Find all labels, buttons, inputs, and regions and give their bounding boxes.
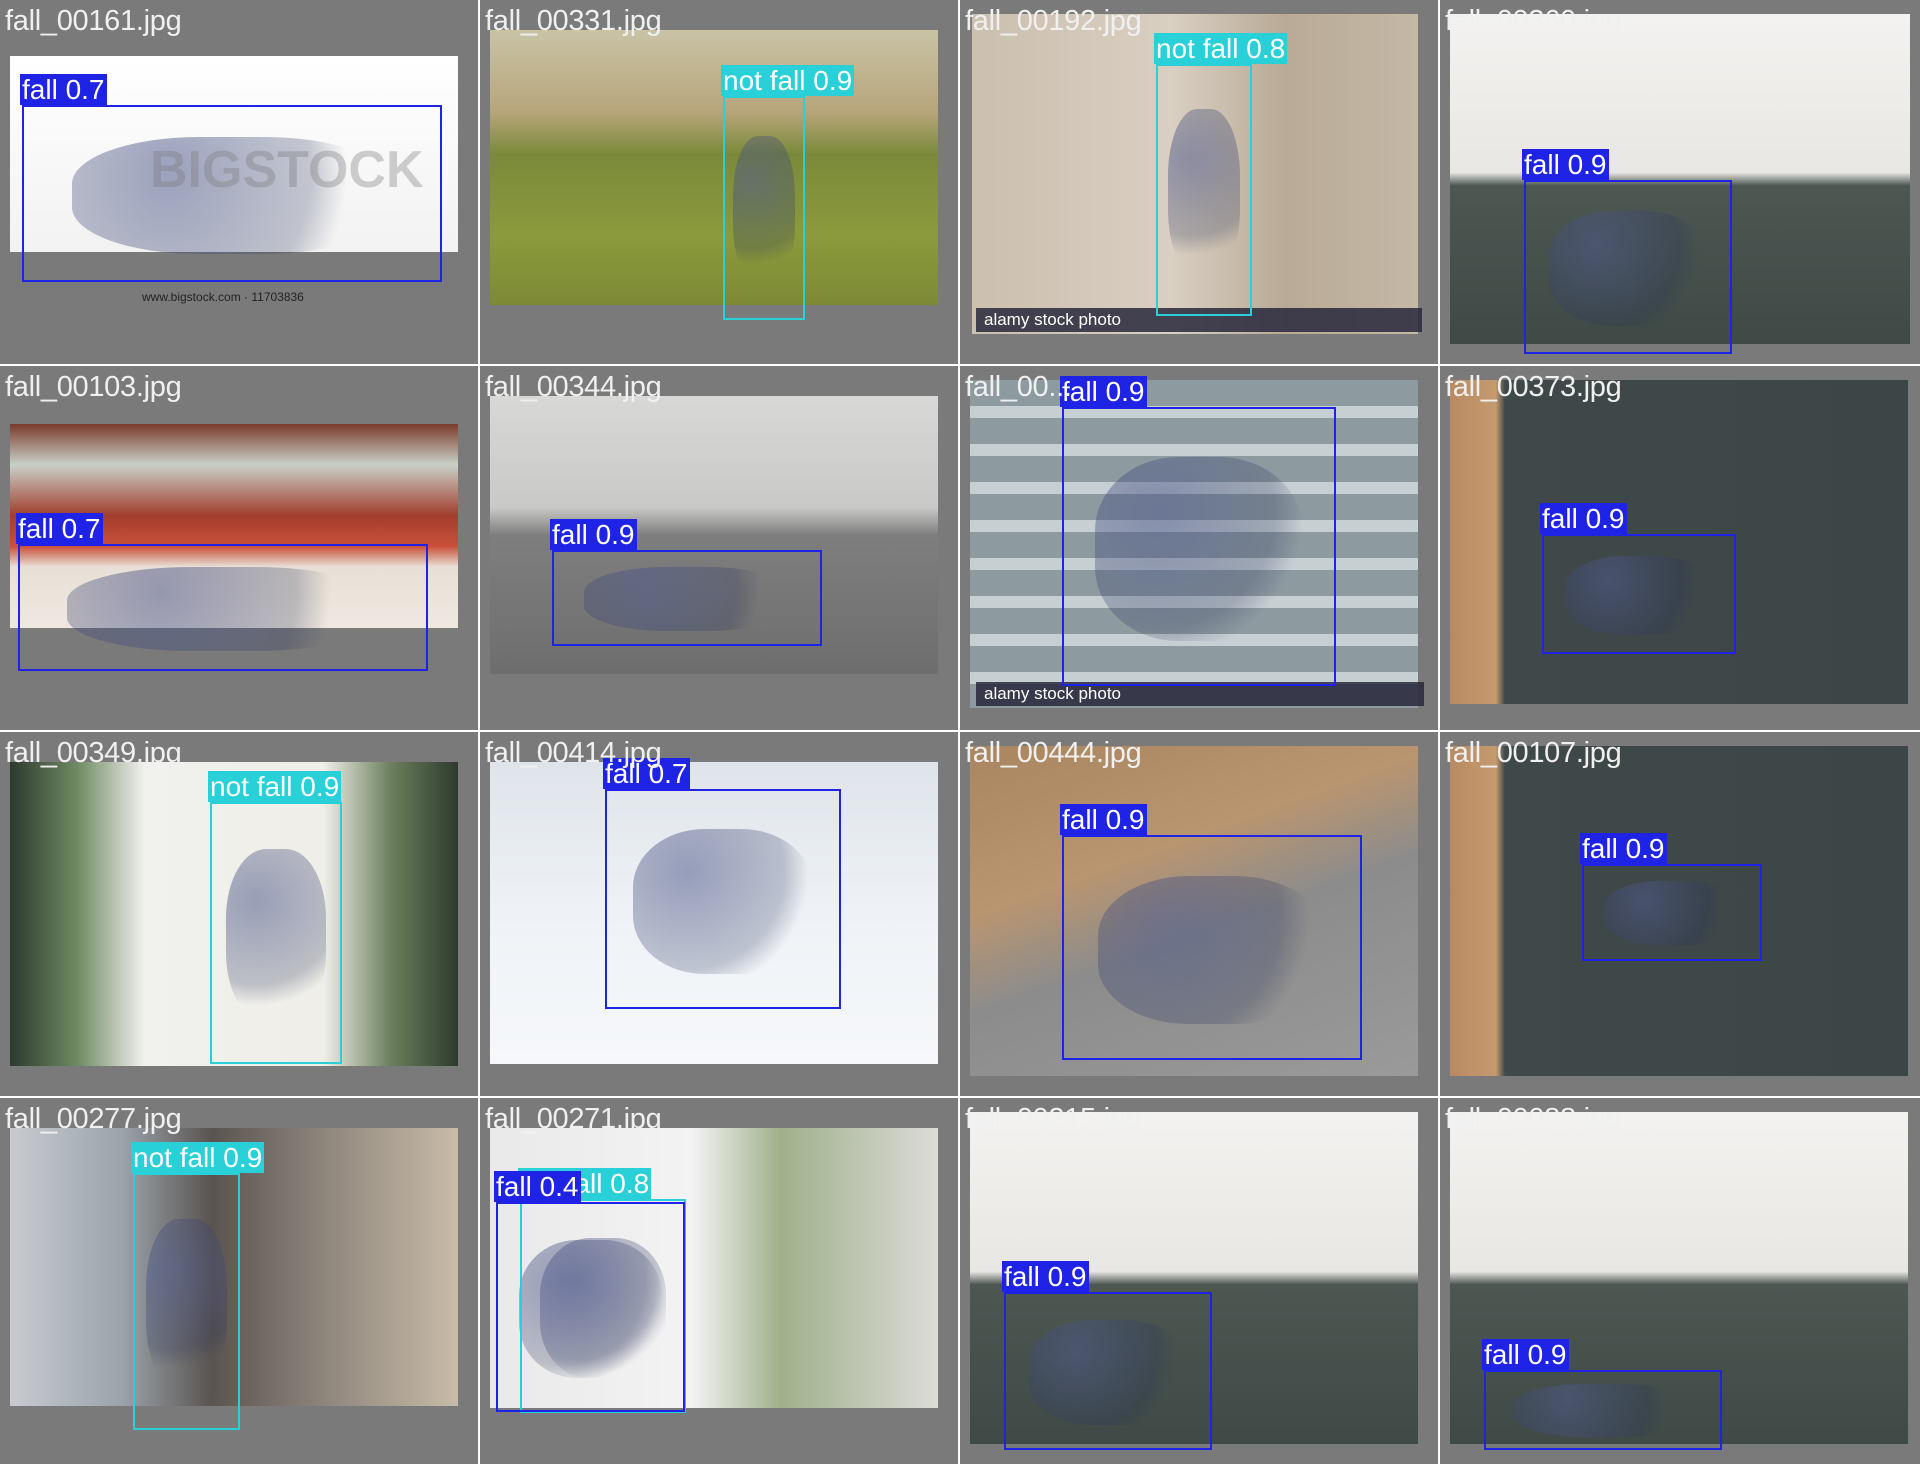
detection-box: fall 0.7 <box>16 513 428 671</box>
detection-outline <box>210 802 342 1064</box>
detection-label: fall 0.9 <box>1482 1339 1569 1370</box>
detection-box: not fall 0.9 <box>208 771 342 1064</box>
tile-filename: fall_00161.jpg <box>5 5 182 37</box>
detection-box: fall 0.9 <box>550 519 822 646</box>
tile-filename: fall_00215.jpg <box>965 1103 1142 1135</box>
prediction-tile: BIGSTOCK www.bigstock.com · 11703836 fall … <box>0 0 478 364</box>
tile-filename: fall_00444.jpg <box>965 737 1142 769</box>
detection-box: not fall 0.9 <box>721 65 855 320</box>
detection-label: fall 0.9 <box>1580 833 1667 864</box>
prediction-tile: fall 0.9 fall_00344.jpg <box>480 366 958 730</box>
prediction-tile: not fall 0.8 fall 0.4 fall_00271.jpg <box>480 1098 958 1464</box>
detection-outline <box>133 1173 240 1430</box>
prediction-tile: alamy stock photo fall 0.9 fall_00... <box>960 366 1438 730</box>
tile-filename: fall_00349.jpg <box>5 737 182 769</box>
detection-box: not fall 0.9 <box>131 1142 265 1430</box>
prediction-tile: fall 0.9 fall_00107.jpg <box>1440 732 1920 1096</box>
detection-outline <box>496 1202 685 1412</box>
detection-label: fall 0.9 <box>550 519 637 550</box>
detection-label: not fall 0.8 <box>1154 33 1288 64</box>
detection-outline <box>1062 835 1362 1060</box>
detection-label: fall 0.9 <box>1060 376 1147 407</box>
detection-label: fall 0.9 <box>1060 804 1147 835</box>
detection-label: not fall 0.9 <box>131 1142 265 1173</box>
prediction-tile: not fall 0.9 fall_00277.jpg <box>0 1098 478 1464</box>
detection-outline <box>1542 534 1736 654</box>
tile-filename: fall_00192.jpg <box>965 5 1142 37</box>
tile-filename: fall_00344.jpg <box>485 371 662 403</box>
detection-box: fall 0.7 <box>20 74 442 282</box>
detection-outline <box>605 789 841 1009</box>
prediction-tile: fall 0.9 fall_00215.jpg <box>960 1098 1438 1464</box>
detection-box: fall 0.9 <box>1522 149 1732 354</box>
prediction-tile: not fall 0.9 fall_00349.jpg <box>0 732 478 1096</box>
detection-box: fall 0.9 <box>1482 1339 1722 1450</box>
detection-box: fall 0.9 <box>1060 376 1336 686</box>
prediction-tile: fall 0.9 fall_00373.jpg <box>1440 366 1920 730</box>
detection-box: fall 0.9 <box>1540 503 1736 654</box>
prediction-tile: fall 0.9 fall_00360.jpg <box>1440 0 1920 364</box>
detection-outline <box>1156 64 1252 316</box>
detection-label: fall 0.9 <box>1522 149 1609 180</box>
detection-label: fall 0.9 <box>1540 503 1627 534</box>
tile-filename: fall_00088.jpg <box>1445 1103 1622 1135</box>
detection-label: fall 0.4 <box>494 1171 581 1202</box>
tile-filename: fall_00271.jpg <box>485 1103 662 1135</box>
tile-filename: fall_00331.jpg <box>485 5 662 37</box>
detection-label: fall 0.9 <box>1002 1261 1089 1292</box>
detection-outline <box>723 96 805 320</box>
prediction-tile: not fall 0.9 fall_00331.jpg <box>480 0 958 364</box>
detection-box: not fall 0.8 <box>1154 33 1288 316</box>
detection-outline <box>1582 864 1762 961</box>
tile-filename: fall_00277.jpg <box>5 1103 182 1135</box>
tile-filename: fall_00360.jpg <box>1445 5 1622 37</box>
prediction-tile: fall 0.9 fall_00444.jpg <box>960 732 1438 1096</box>
prediction-tile: fall 0.9 fall_00088.jpg <box>1440 1098 1920 1464</box>
prediction-tile: fall 0.7 fall_00414.jpg <box>480 732 958 1096</box>
tile-filename: fall_00414.jpg <box>485 737 662 769</box>
detection-outline <box>552 550 822 646</box>
detection-label: not fall 0.9 <box>208 771 342 802</box>
prediction-tile: alamy stock photo not fall 0.8 fall_00192.… <box>960 0 1438 364</box>
tile-filename: fall_00103.jpg <box>5 371 182 403</box>
prediction-grid: BIGSTOCK www.bigstock.com · 11703836 fall … <box>0 0 1920 1464</box>
photo-caption: www.bigstock.com · 11703836 <box>142 290 304 304</box>
detection-label: fall 0.7 <box>20 74 107 105</box>
detection-box: fall 0.9 <box>1060 804 1362 1060</box>
detection-outline <box>22 105 442 282</box>
detection-outline <box>1484 1370 1722 1450</box>
detection-box: fall 0.7 <box>603 758 841 1009</box>
tile-filename: fall_00373.jpg <box>1445 371 1622 403</box>
detection-label: fall 0.7 <box>16 513 103 544</box>
detection-outline <box>1062 407 1336 686</box>
detection-label: not fall 0.9 <box>721 65 855 96</box>
tile-filename: fall_00... <box>965 371 1072 403</box>
detection-box: fall 0.4 <box>494 1171 685 1412</box>
detection-outline <box>18 544 428 671</box>
detection-box: fall 0.9 <box>1580 833 1762 961</box>
prediction-tile: fall 0.7 fall_00103.jpg <box>0 366 478 730</box>
detection-box: fall 0.9 <box>1002 1261 1212 1450</box>
tile-filename: fall_00107.jpg <box>1445 737 1622 769</box>
detection-outline <box>1004 1292 1212 1450</box>
tile-photo <box>490 30 938 305</box>
detection-outline <box>1524 180 1732 354</box>
